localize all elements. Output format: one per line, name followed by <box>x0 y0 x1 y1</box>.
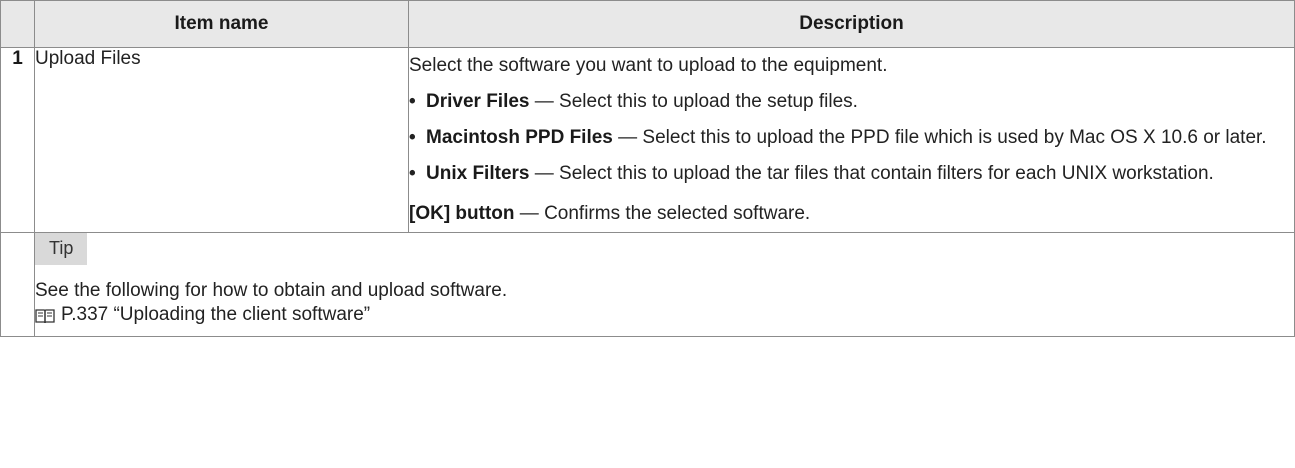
header-description: Description <box>408 0 1295 48</box>
bullet-dot: • <box>409 127 416 148</box>
ok-button-description: [OK] button — Confirms the selected soft… <box>409 196 1294 232</box>
ok-button-term: [OK] button <box>409 203 515 224</box>
tip-reference-link[interactable]: P.337 “Uploading the client software” <box>35 303 1294 327</box>
bullet-term: Macintosh PPD Files <box>426 127 613 148</box>
tip-reference-text[interactable]: P.337 “Uploading the client software” <box>61 303 370 327</box>
bullet-macintosh-ppd-files: • Macintosh PPD Files — Select this to u… <box>409 120 1294 156</box>
tip-row: Tip See the following for how to obtain … <box>0 232 1295 337</box>
bullet-dot: • <box>409 91 416 112</box>
settings-table: Item name Description 1 Upload Files Sel… <box>0 0 1295 337</box>
table-header-row: Item name Description <box>0 0 1295 48</box>
ok-button-text: — Confirms the selected software. <box>514 203 811 224</box>
book-reference-icon <box>35 307 55 324</box>
bullet-unix-filters: • Unix Filters — Select this to upload t… <box>409 156 1294 192</box>
bullet-dot: • <box>409 163 416 184</box>
bullet-term: Driver Files <box>426 91 530 112</box>
header-item-name: Item name <box>34 0 409 48</box>
row-description: Select the software you want to upload t… <box>408 47 1295 233</box>
tip-cell: Tip See the following for how to obtain … <box>34 232 1295 337</box>
row-item-name: Upload Files <box>34 47 409 233</box>
bullet-term: Unix Filters <box>426 163 530 184</box>
row-number: 1 <box>0 47 35 233</box>
table-row: 1 Upload Files Select the software you w… <box>0 47 1295 233</box>
bullet-text: — Select this to upload the tar files th… <box>529 163 1214 184</box>
manual-page: Item name Description 1 Upload Files Sel… <box>0 0 1295 468</box>
description-intro: Select the software you want to upload t… <box>409 55 888 76</box>
bullet-text: — Select this to upload the PPD file whi… <box>612 127 1267 148</box>
tip-badge: Tip <box>35 233 88 265</box>
bullet-driver-files: • Driver Files — Select this to upload t… <box>409 84 1294 120</box>
tip-spacer-cell <box>0 232 35 337</box>
bullet-text: — Select this to upload the setup files. <box>529 91 858 112</box>
header-number-cell <box>0 0 35 48</box>
tip-text: See the following for how to obtain and … <box>35 280 508 301</box>
